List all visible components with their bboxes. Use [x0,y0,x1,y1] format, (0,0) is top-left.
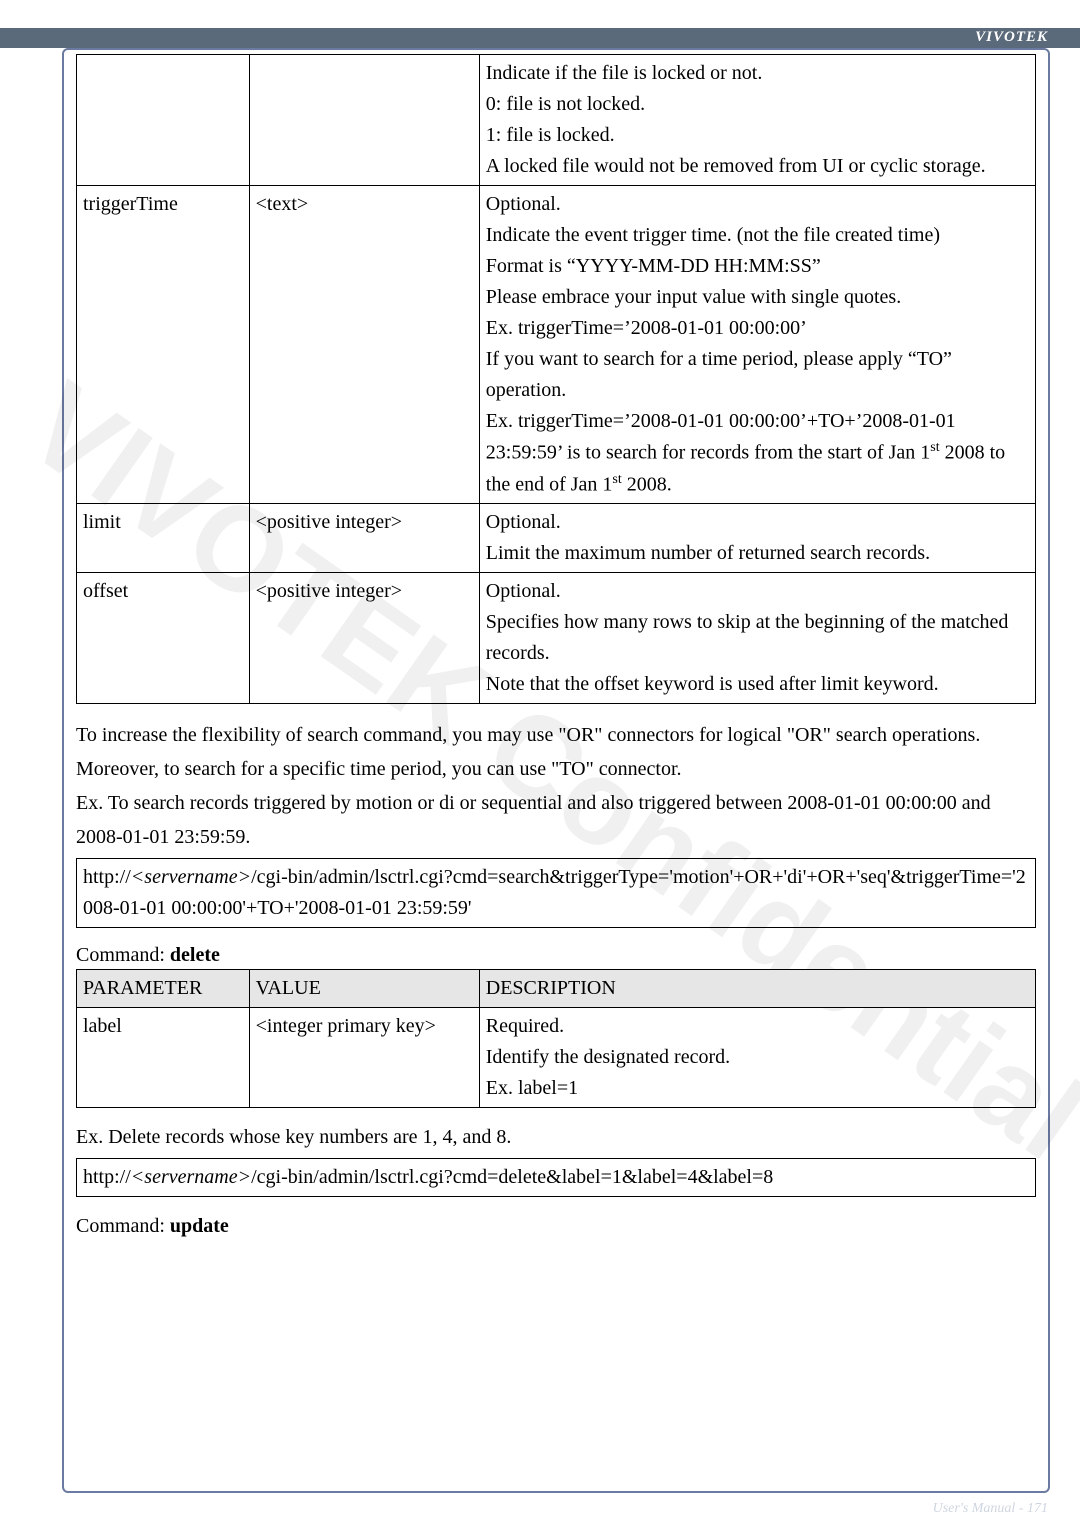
cell-desc: Optional. Specifies how many rows to ski… [479,573,1035,704]
col-header-value: VALUE [249,970,479,1008]
table-row: Indicate if the file is locked or not. 0… [77,55,1036,186]
cell-value [249,55,479,186]
cell-desc: Required. Identify the designated record… [479,1008,1035,1108]
command-update-heading: Command: update [76,1215,1036,1238]
table-row: limit <positive integer> Optional. Limit… [77,504,1036,573]
command-label: Command: [76,944,170,966]
paragraph-or-explain: To increase the flexibility of search co… [76,718,1036,786]
params-table-delete: PARAMETER VALUE DESCRIPTION label <integ… [76,969,1036,1108]
col-header-param: PARAMETER [77,970,250,1008]
url-servername: <servername> [131,866,251,888]
url-example-search: http://<servername>/cgi-bin/admin/lsctrl… [76,858,1036,928]
command-name: delete [170,944,220,966]
cell-param [77,55,250,186]
command-name: update [170,1215,229,1237]
cell-value: <positive integer> [249,504,479,573]
command-delete-heading: Command: delete [76,944,1036,967]
params-table-search: Indicate if the file is locked or not. 0… [76,54,1036,704]
cell-value: <integer primary key> [249,1008,479,1108]
cell-value: <positive integer> [249,573,479,704]
brand-label: VIVOTEK [975,29,1048,46]
page-frame: VIVOTEK Confidential Indicate if the fil… [62,48,1050,1493]
page-footer: User's Manual - 171 [933,1501,1048,1517]
cell-desc: Indicate if the file is locked or not. 0… [479,55,1035,186]
table-header-row: PARAMETER VALUE DESCRIPTION [77,970,1036,1008]
cell-param: label [77,1008,250,1108]
cell-param: limit [77,504,250,573]
url-prefix: http:// [83,1166,131,1188]
cell-value: <text> [249,186,479,504]
cell-param: triggerTime [77,186,250,504]
table-row: label <integer primary key> Required. Id… [77,1008,1036,1108]
table-row: offset <positive integer> Optional. Spec… [77,573,1036,704]
cell-param: offset [77,573,250,704]
col-header-desc: DESCRIPTION [479,970,1035,1008]
table-row: triggerTime <text> Optional. Indicate th… [77,186,1036,504]
header-bar [0,28,1080,48]
url-servername: <servername> [131,1166,251,1188]
url-example-delete: http://<servername>/cgi-bin/admin/lsctrl… [76,1158,1036,1197]
paragraph-delete-example: Ex. Delete records whose key numbers are… [76,1120,1036,1154]
cell-desc: Optional. Indicate the event trigger tim… [479,186,1035,504]
cell-desc: Optional. Limit the maximum number of re… [479,504,1035,573]
url-prefix: http:// [83,866,131,888]
command-label: Command: [76,1215,170,1237]
paragraph-example-intro: Ex. To search records triggered by motio… [76,786,1036,854]
url-suffix: /cgi-bin/admin/lsctrl.cgi?cmd=delete&lab… [251,1166,773,1188]
